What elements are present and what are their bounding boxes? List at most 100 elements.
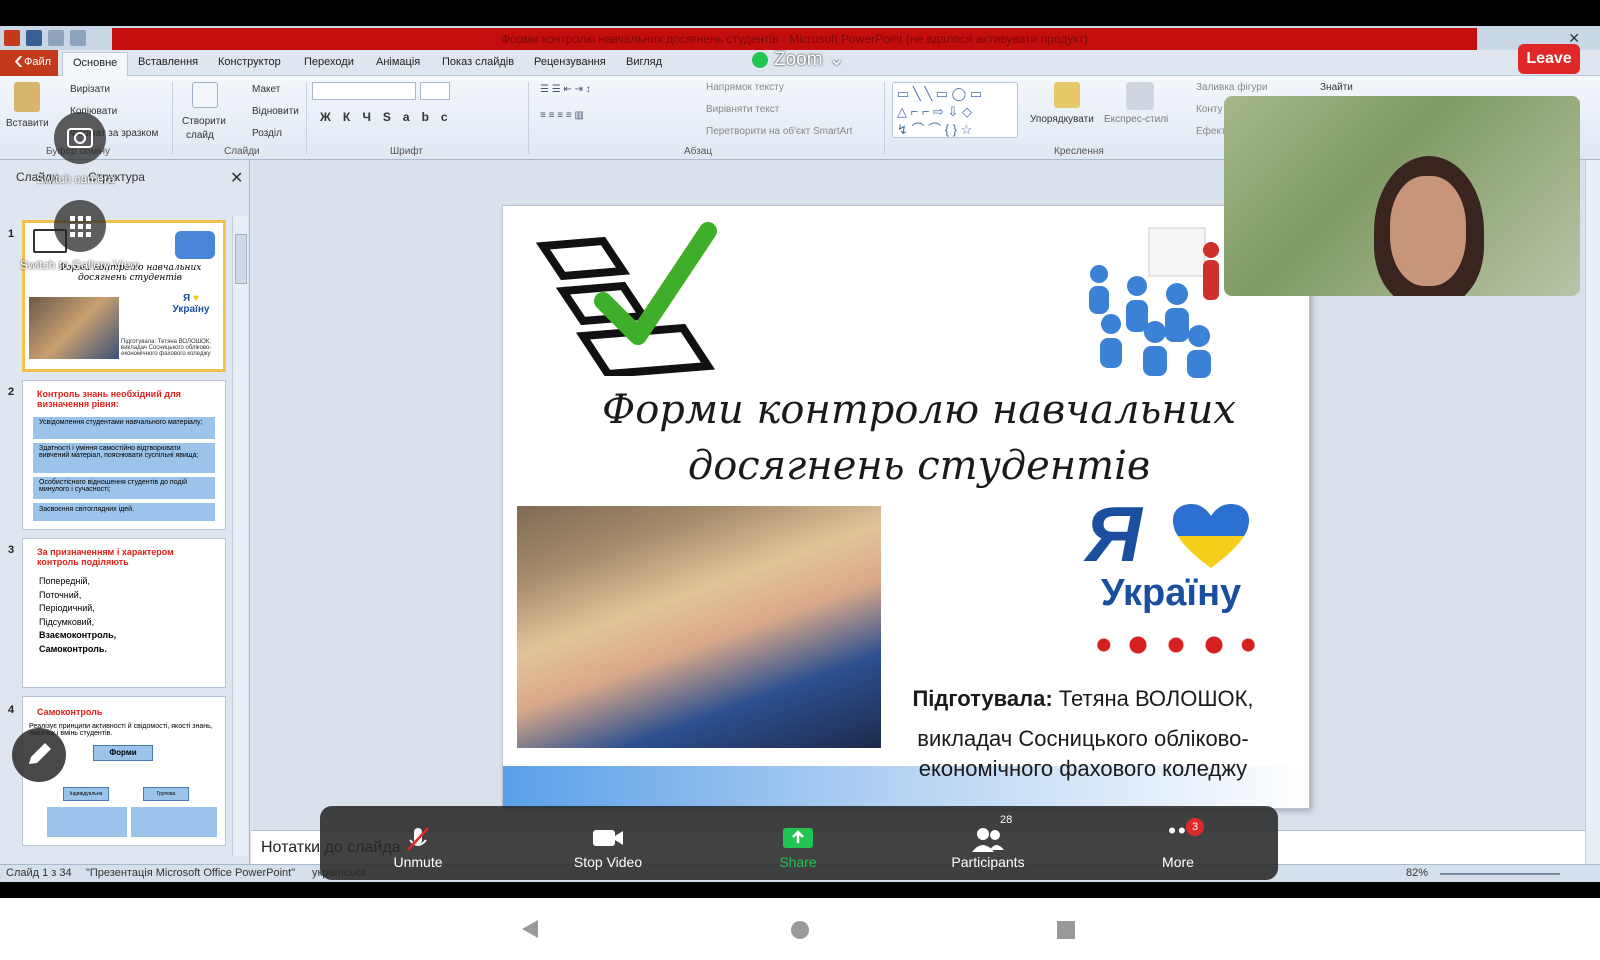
- thumb-bullet: Здатності і уміння самостійно відтворюва…: [33, 443, 215, 473]
- redo-icon[interactable]: [70, 30, 86, 46]
- slides-group-label: Слайди: [224, 146, 260, 157]
- slide-thumbnail-1[interactable]: Форми контролю навчальних досягнень студ…: [22, 220, 226, 372]
- list-buttons[interactable]: ☰ ☰ ⇤ ⇥ ↕: [540, 84, 591, 95]
- slide-scrollbar[interactable]: [1585, 160, 1600, 864]
- ukraine-logo: Я ♥ Україну: [172, 293, 210, 315]
- paste-icon[interactable]: [14, 82, 40, 112]
- slide-number: 1: [8, 228, 15, 240]
- annotate-button[interactable]: [12, 728, 66, 782]
- thumb-bullet: Засвоєння світоглядних ідей.: [33, 503, 215, 521]
- thumb-list: Попередній, Поточний, Періодичний, Підсу…: [39, 575, 116, 656]
- checklist-icon: [535, 222, 717, 376]
- students-photo: [517, 506, 881, 748]
- stop-video-button[interactable]: Stop Video: [538, 806, 678, 880]
- find-button[interactable]: Знайти: [1320, 82, 1353, 93]
- unmute-button[interactable]: Unmute: [348, 806, 488, 880]
- self-video-tile[interactable]: [1224, 96, 1580, 296]
- more-button[interactable]: •• 3 More: [1108, 806, 1248, 880]
- section-button[interactable]: Розділ: [252, 128, 282, 139]
- more-dots-icon: ••: [1168, 818, 1188, 843]
- align-text-button[interactable]: Вирівняти текст: [706, 104, 779, 115]
- zoom-meeting-toolbar: Unmute Stop Video Share 28 Participants …: [320, 806, 1278, 880]
- smartart-button[interactable]: Перетворити на об'єкт SmartArt: [706, 126, 852, 137]
- panel-scrollbar[interactable]: [232, 216, 248, 856]
- font-group-label: Шрифт: [390, 146, 423, 157]
- zoom-slider[interactable]: [1440, 873, 1560, 875]
- font-format-buttons[interactable]: ЖКЧSabc: [320, 110, 460, 124]
- tab-insert[interactable]: Вставлення: [138, 56, 198, 68]
- new-slide-line2[interactable]: слайд: [186, 130, 214, 141]
- new-slide-line1[interactable]: Створити: [182, 116, 226, 127]
- shapes-gallery[interactable]: ▭ ╲ ╲ ▭ ◯ ▭ △ ⌐ ⌐ ⇨ ⇩ ◇ ↯ ⌒ ⌒ { } ☆: [892, 82, 1018, 138]
- video-camera-icon: [593, 830, 623, 846]
- home-circle-icon[interactable]: [790, 920, 810, 940]
- save-icon[interactable]: [26, 30, 42, 46]
- quick-styles-button[interactable]: Експрес-стилі: [1104, 114, 1168, 125]
- pencil-icon: [29, 743, 51, 764]
- tab-animation[interactable]: Анімація: [376, 56, 420, 68]
- students-photo: [29, 297, 119, 359]
- title-line-2: досягнень студентів: [687, 443, 1151, 489]
- shield-check-icon: [752, 51, 768, 68]
- camera-switch-icon: [67, 128, 93, 148]
- current-slide[interactable]: Форми контролю навчальних досягнень студ…: [503, 206, 1309, 808]
- video-face: [1390, 176, 1466, 286]
- ukraine-ya-text: Я: [1085, 490, 1142, 578]
- leave-button[interactable]: Leave: [1518, 44, 1580, 74]
- notification-badge: 3: [1186, 818, 1204, 836]
- switch-camera-button[interactable]: [54, 112, 106, 164]
- slide-thumbnail-3[interactable]: За призначенням і характером контроль по…: [22, 538, 226, 688]
- gallery-view-button[interactable]: [54, 200, 106, 252]
- thumb-bullet: Особистісного відношення студентів до по…: [33, 477, 215, 499]
- diagram-box: Індивідуальна: [63, 787, 109, 801]
- thumb-bullet: Підсумковий,: [39, 616, 95, 627]
- scrollbar-thumb[interactable]: [235, 234, 247, 284]
- recents-square-icon[interactable]: [1056, 920, 1076, 940]
- diagram-box: Групова: [143, 787, 189, 801]
- prepared-label: Підготувала:: [912, 686, 1053, 711]
- ukraine-word-text: Україну: [1100, 572, 1242, 614]
- drawing-group-label: Креслення: [1054, 146, 1104, 157]
- zoom-meeting-title[interactable]: Zoom ⌄: [752, 48, 845, 71]
- tab-view[interactable]: Вигляд: [626, 56, 662, 68]
- thumb-subtitle: Підготувала: Тетяна ВОЛОШОК, викладач Со…: [121, 339, 212, 357]
- shape-outline-button[interactable]: Конту: [1196, 104, 1223, 115]
- shape-fill-button[interactable]: Заливка фігури: [1196, 82, 1267, 93]
- paragraph-group-label: Абзац: [684, 146, 713, 157]
- more-label: More: [1162, 854, 1194, 870]
- tab-home[interactable]: Основне: [62, 52, 129, 77]
- quick-access-toolbar: [0, 28, 86, 48]
- text-direction-button[interactable]: Напрямок тексту: [706, 82, 784, 93]
- font-size-select[interactable]: [420, 82, 450, 100]
- tab-file[interactable]: Файл: [0, 50, 58, 76]
- participants-button[interactable]: 28 Participants: [918, 806, 1058, 880]
- arrange-icon[interactable]: [1054, 82, 1080, 108]
- back-arrow-icon[interactable]: ‹: [14, 44, 23, 76]
- quick-styles-icon[interactable]: [1126, 82, 1154, 110]
- tab-review[interactable]: Рецензування: [534, 56, 606, 68]
- arrange-button[interactable]: Упорядкувати: [1030, 114, 1094, 125]
- zoom-level[interactable]: 82%: [1406, 867, 1428, 879]
- undo-icon[interactable]: [48, 30, 64, 46]
- ukraine-logo: Я: [1071, 494, 1271, 574]
- window-title: Форми контролю навчальних досягнень студ…: [112, 28, 1477, 50]
- heart-icon: [1173, 504, 1249, 568]
- tab-transitions[interactable]: Переходи: [304, 56, 354, 68]
- participants-icon: [972, 828, 1004, 852]
- new-slide-icon[interactable]: [192, 82, 218, 108]
- cut-button[interactable]: Вирізати: [70, 84, 110, 95]
- share-button[interactable]: Share: [728, 806, 868, 880]
- slide-thumbnail-2[interactable]: Контроль знань необхідний для визначення…: [22, 380, 226, 530]
- close-panel-icon[interactable]: ✕: [230, 168, 243, 188]
- shape-effects-button[interactable]: Ефект: [1196, 126, 1226, 137]
- separator: [528, 82, 529, 154]
- back-triangle-icon[interactable]: [520, 918, 540, 940]
- reset-button[interactable]: Відновити: [252, 106, 299, 117]
- tab-design[interactable]: Конструктор: [218, 56, 281, 68]
- tab-slideshow[interactable]: Показ слайдів: [442, 56, 514, 68]
- align-buttons[interactable]: ≡ ≡ ≡ ≡ ▥: [540, 110, 584, 121]
- title-bar: Форми контролю навчальних досягнень студ…: [0, 26, 1600, 50]
- paste-button[interactable]: Вставити: [6, 118, 49, 129]
- layout-button[interactable]: Макет: [252, 84, 280, 95]
- font-name-select[interactable]: [312, 82, 416, 100]
